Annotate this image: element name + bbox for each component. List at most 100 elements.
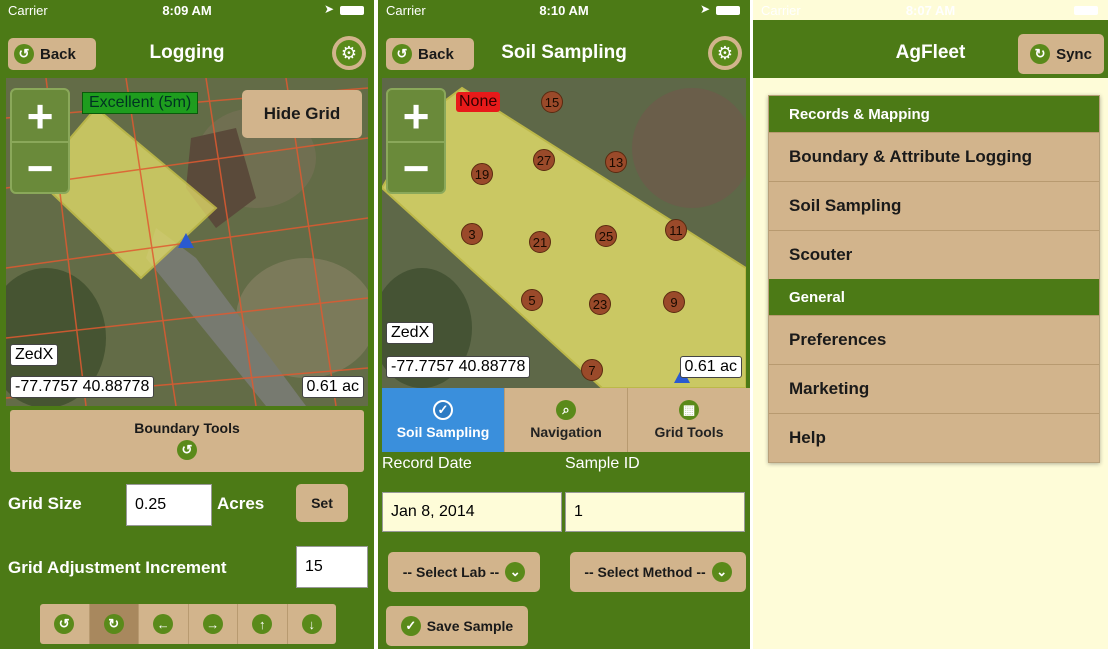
clock: 8:07 AM: [905, 3, 956, 18]
record-date-label: Record Date: [382, 455, 472, 472]
gps-accuracy-badge: Excellent (5m): [82, 92, 199, 114]
select-method-dropdown[interactable]: -- Select Method -- ⌄: [570, 552, 746, 592]
sample-point-marker[interactable]: 5: [521, 289, 543, 311]
select-lab-dropdown[interactable]: -- Select Lab -- ⌄: [388, 552, 540, 592]
arrow-right-icon: →: [202, 614, 223, 634]
tab-label: Grid Tools: [654, 424, 724, 440]
sample-id-field[interactable]: 1: [565, 492, 745, 532]
grid-size-input[interactable]: 0.25: [126, 484, 212, 526]
soil-sampling-screen: Carrier 8:10 AM ➤ ↺ Back Soil Sampling ⚙…: [378, 0, 750, 649]
move-left-button[interactable]: ←: [139, 604, 189, 644]
sample-point-marker[interactable]: 21: [529, 231, 551, 253]
boundary-tools-label: Boundary Tools: [134, 420, 240, 436]
map-provider-label: ZedX: [10, 344, 59, 366]
arrow-left-icon: ←: [153, 614, 174, 634]
agfleet-menu-screen: Carrier 8:07 AM AgFleet ↻ Sync Records &…: [753, 0, 1108, 649]
map-provider-label: ZedX: [386, 322, 435, 344]
map-view[interactable]: 15 27 13 19 3 21 25 11 5 23 9 7 + − None ZedX -77.7…: [382, 78, 746, 388]
nav-bar: ↺ Back Logging ⚙: [0, 20, 374, 78]
sample-point-marker[interactable]: 9: [663, 291, 685, 313]
settings-button[interactable]: ⚙: [708, 36, 742, 70]
main-menu: Records & Mapping Boundary & Attribute L…: [768, 95, 1100, 463]
clock: 8:10 AM: [539, 3, 589, 18]
undo-icon: ↺: [177, 440, 197, 460]
page-title: Soil Sampling: [501, 42, 627, 63]
menu-item-scouter[interactable]: Scouter: [769, 230, 1099, 279]
settings-button[interactable]: ⚙: [332, 36, 366, 70]
location-icon: ➤: [699, 2, 710, 16]
menu-item-soil-sampling[interactable]: Soil Sampling: [769, 181, 1099, 230]
gear-icon: ⚙: [336, 40, 362, 66]
hide-grid-button[interactable]: Hide Grid: [242, 90, 362, 138]
sample-point-marker[interactable]: 19: [471, 163, 493, 185]
menu-item-marketing[interactable]: Marketing: [769, 364, 1099, 413]
menu-item-preferences[interactable]: Preferences: [769, 315, 1099, 364]
status-bar: Carrier 8:10 AM ➤: [378, 0, 750, 20]
tab-grid-tools[interactable]: ▦ Grid Tools: [628, 388, 750, 452]
sample-point-marker[interactable]: 7: [581, 359, 603, 381]
menu-item-boundary-logging[interactable]: Boundary & Attribute Logging: [769, 132, 1099, 181]
battery-icon: [340, 6, 364, 15]
location-icon: ➤: [323, 2, 334, 16]
move-right-button[interactable]: →: [189, 604, 238, 644]
logging-screen: Carrier 8:09 AM ➤ ↺ Back Logging ⚙ + − E…: [0, 0, 374, 649]
sample-point-marker[interactable]: 27: [533, 149, 555, 171]
units-label: Acres: [217, 494, 265, 513]
zoom-control: + −: [386, 88, 446, 194]
tab-soil-sampling[interactable]: ✓ Soil Sampling: [382, 388, 505, 452]
sample-point-marker[interactable]: 3: [461, 223, 483, 245]
status-bar: Carrier 8:07 AM: [753, 0, 1108, 20]
sample-point-marker[interactable]: 15: [541, 91, 563, 113]
boundary-tools-button[interactable]: Boundary Tools ↺: [10, 410, 364, 472]
redo-icon: ↻: [103, 614, 124, 634]
check-icon: ✓: [400, 616, 421, 636]
nav-bar: ↺ Back Soil Sampling ⚙: [378, 20, 750, 78]
section-header: Records & Mapping: [769, 96, 1099, 132]
sample-point-marker[interactable]: 11: [665, 219, 687, 241]
select-method-label: -- Select Method --: [584, 564, 706, 580]
map-view[interactable]: + − Excellent (5m) Hide Grid ZedX -77.77…: [6, 78, 368, 406]
refresh-icon: ↻: [1030, 44, 1051, 64]
set-button[interactable]: Set: [296, 484, 348, 522]
gear-icon: ⚙: [712, 40, 738, 66]
nav-bar: AgFleet ↻ Sync: [753, 20, 1108, 78]
move-up-button[interactable]: ↑: [238, 604, 288, 644]
coordinate-readout: -77.7757 40.88778: [10, 376, 155, 398]
increment-input[interactable]: 15: [296, 546, 368, 588]
sync-button[interactable]: ↻ Sync: [1018, 34, 1104, 74]
save-sample-label: Save Sample: [426, 618, 514, 634]
battery-icon: [1074, 6, 1098, 15]
search-icon: ⌕: [556, 400, 576, 420]
gps-accuracy-badge: None: [456, 92, 501, 112]
menu-item-help[interactable]: Help: [769, 413, 1099, 462]
sample-point-marker[interactable]: 25: [595, 225, 617, 247]
tab-navigation[interactable]: ⌕ Navigation: [505, 388, 628, 452]
section-header: General: [769, 279, 1099, 315]
arrow-down-icon: ↓: [301, 614, 322, 634]
record-date-field[interactable]: Jan 8, 2014: [382, 492, 562, 532]
zoom-in-button[interactable]: +: [388, 90, 444, 141]
zoom-out-button[interactable]: −: [12, 141, 68, 192]
save-sample-button[interactable]: ✓ Save Sample: [386, 606, 528, 646]
area-readout: 0.61 ac: [679, 356, 742, 378]
page-title: Logging: [149, 42, 225, 63]
zoom-out-button[interactable]: −: [388, 141, 444, 192]
chevron-down-icon: ⌄: [711, 562, 732, 582]
undo-button[interactable]: ↺: [40, 604, 90, 644]
tab-label: Navigation: [530, 424, 602, 440]
coordinate-readout: -77.7757 40.88778: [386, 356, 531, 378]
sample-point-marker[interactable]: 23: [589, 293, 611, 315]
battery-icon: [716, 6, 740, 15]
tab-bar: ✓ Soil Sampling ⌕ Navigation ▦ Grid Tool…: [382, 388, 750, 452]
redo-button[interactable]: ↻: [89, 604, 139, 644]
select-lab-label: -- Select Lab --: [402, 564, 500, 580]
grid-size-label: Grid Size: [8, 494, 82, 513]
undo-icon: ↺: [54, 614, 75, 634]
grid-icon: ▦: [679, 400, 699, 420]
move-down-button[interactable]: ↓: [288, 604, 337, 644]
zoom-in-button[interactable]: +: [12, 90, 68, 141]
tab-label: Soil Sampling: [396, 424, 490, 440]
sync-label: Sync: [1056, 45, 1092, 63]
sample-point-marker[interactable]: 13: [605, 151, 627, 173]
arrow-up-icon: ↑: [252, 614, 273, 634]
